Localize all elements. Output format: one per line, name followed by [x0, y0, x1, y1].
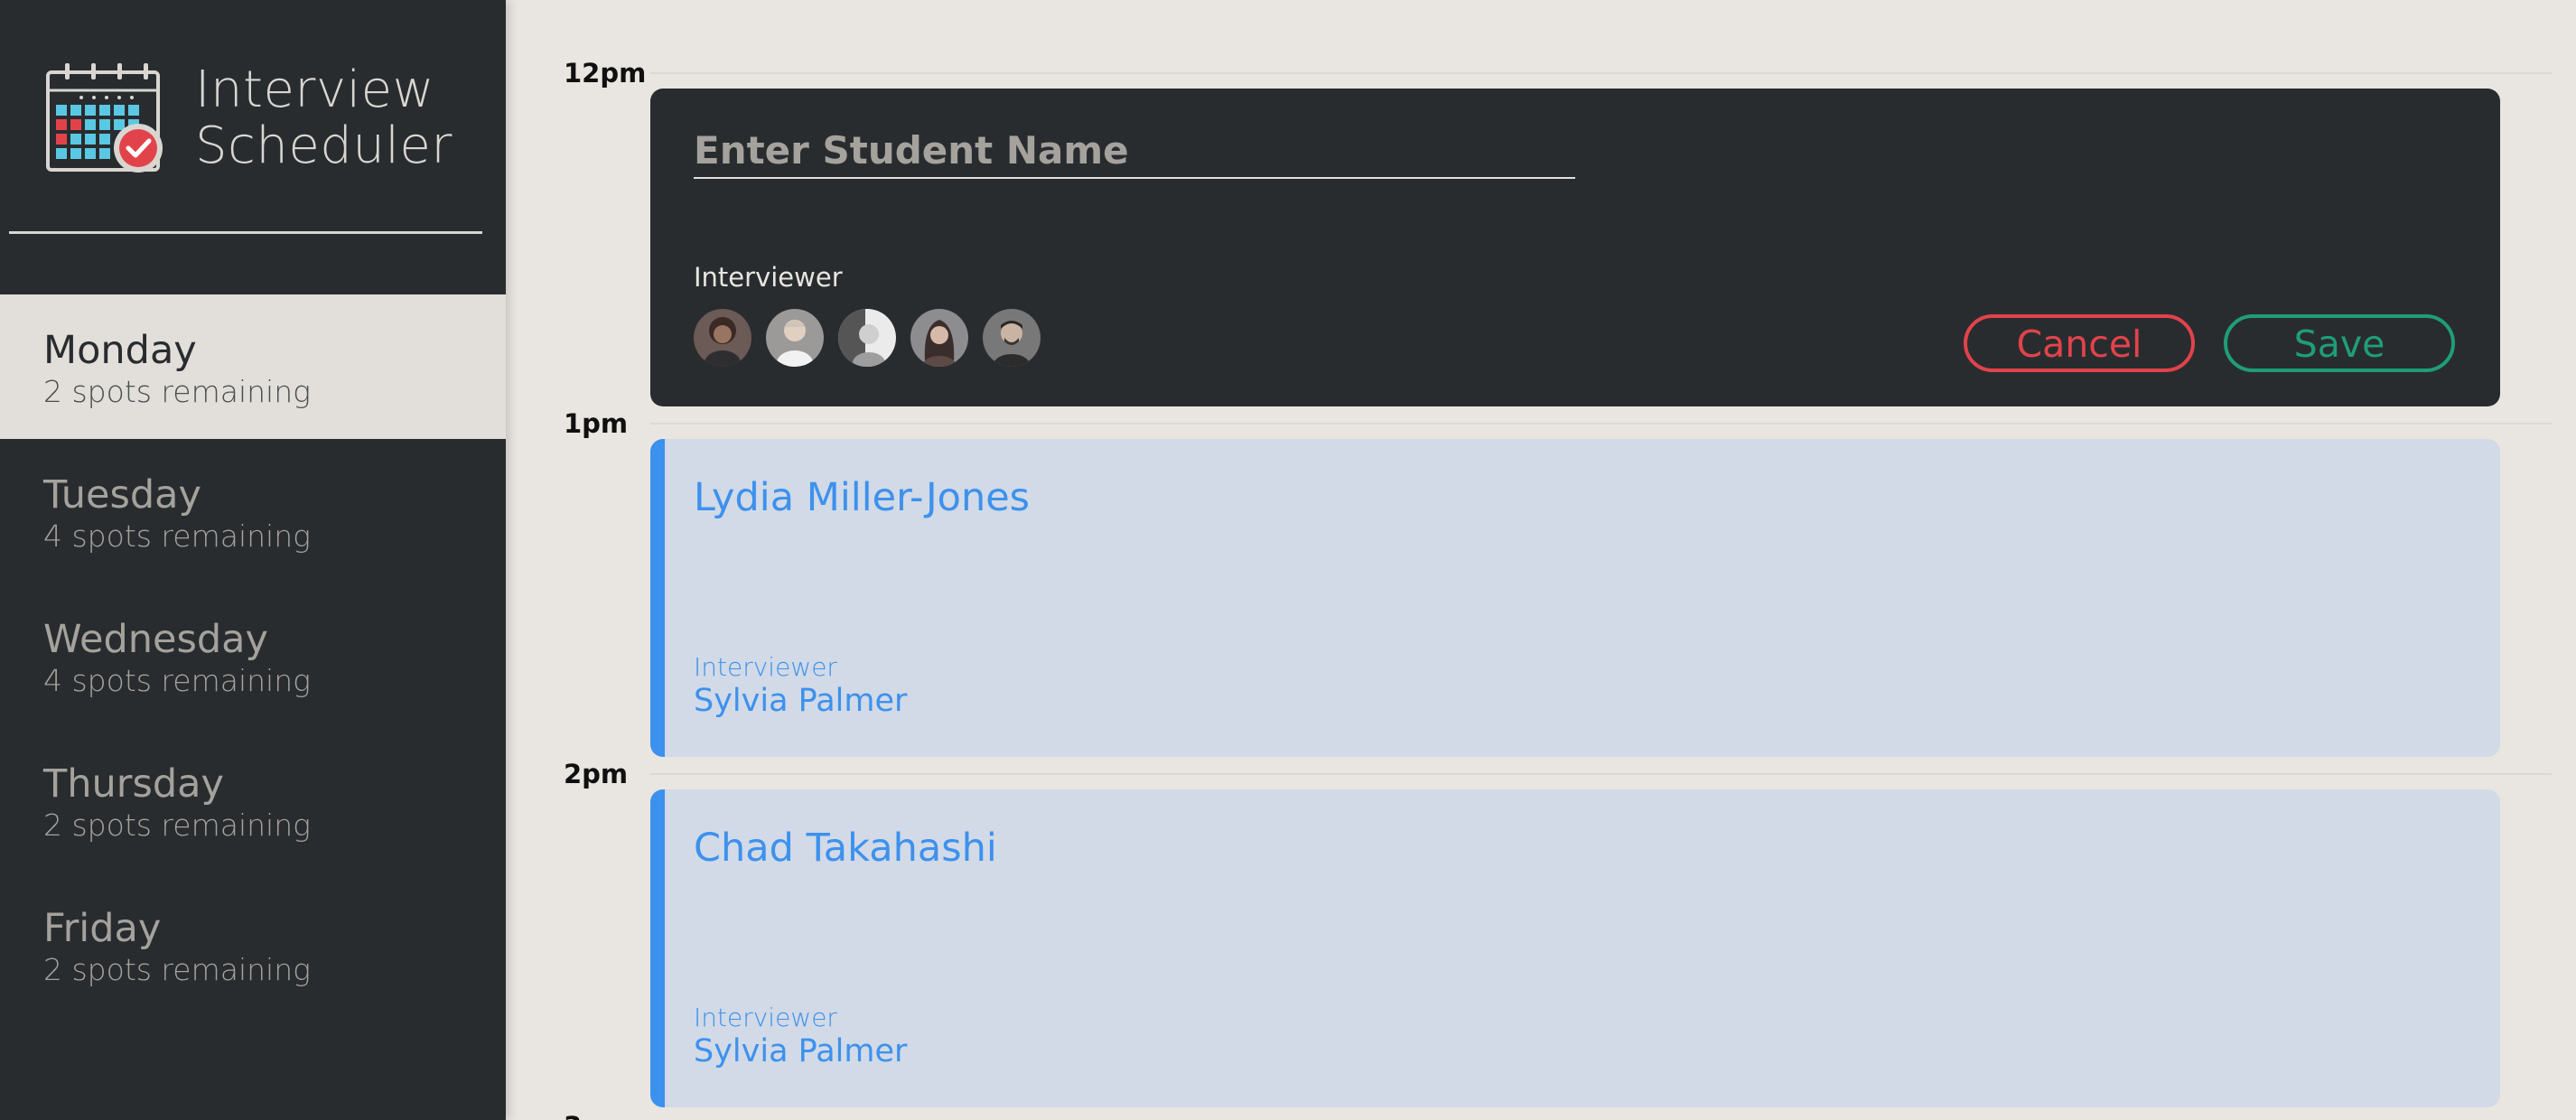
interviewer-label: Interviewer: [694, 262, 843, 293]
appointment-slot-1pm: 1pm Lydia Miller-Jones Interviewer Sylvi…: [506, 408, 2576, 775]
student-name-input[interactable]: [694, 123, 1575, 179]
save-button[interactable]: Save: [2224, 314, 2455, 372]
day-item-wednesday[interactable]: Wednesday 4 spots remaining: [0, 583, 506, 728]
day-spots: 2 spots remaining: [43, 374, 311, 409]
day-item-monday[interactable]: Monday 2 spots remaining: [0, 294, 506, 439]
app-logo: Interview Scheduler: [45, 61, 453, 175]
interviewer-avatar-3[interactable]: [838, 309, 896, 367]
appointment-slot-12pm: 12pm Interviewer: [506, 58, 2576, 425]
day-name: Tuesday: [43, 472, 201, 518]
day-item-tuesday[interactable]: Tuesday 4 spots remaining: [0, 439, 506, 583]
day-name: Thursday: [43, 761, 224, 807]
appointment-accent-bar: [650, 439, 665, 757]
day-spots: 2 spots remaining: [43, 952, 311, 987]
student-name: Lydia Miller-Jones: [694, 475, 1031, 520]
appointment-form: Interviewer: [650, 89, 2500, 406]
booked-appointment[interactable]: Lydia Miller-Jones Interviewer Sylvia Pa…: [650, 439, 2500, 757]
schedule: 12pm Interviewer: [506, 0, 2576, 1120]
slot-separator: [650, 773, 2552, 775]
time-label: 12pm: [564, 58, 647, 89]
day-spots: 4 spots remaining: [43, 663, 311, 698]
interviewer-avatar-4[interactable]: [910, 309, 968, 367]
interviewer-name: Sylvia Palmer: [694, 1033, 908, 1069]
app-title-line-2: Scheduler: [195, 117, 453, 175]
time-label: 1pm: [564, 408, 629, 439]
cancel-button[interactable]: Cancel: [1964, 314, 2195, 372]
day-list: Monday 2 spots remaining Tuesday 4 spots…: [0, 294, 506, 1017]
day-spots: 2 spots remaining: [43, 807, 311, 843]
interviewer-label: Interviewer: [694, 1003, 837, 1032]
interviewer-avatar-2[interactable]: [766, 309, 824, 367]
day-name: Friday: [43, 906, 162, 951]
calendar-check-icon: [46, 63, 163, 173]
appointment-slot-2pm: 2pm Chad Takahashi Interviewer Sylvia Pa…: [506, 759, 2576, 1120]
interviewer-label: Interviewer: [694, 652, 837, 682]
interviewer-list: [694, 309, 1041, 367]
day-item-thursday[interactable]: Thursday 2 spots remaining: [0, 728, 506, 873]
appointment-accent-bar: [650, 789, 665, 1107]
time-label: 2pm: [564, 759, 629, 789]
interviewer-name: Sylvia Palmer: [694, 683, 908, 719]
time-label: 3pm: [564, 1111, 628, 1120]
student-name: Chad Takahashi: [694, 826, 997, 871]
day-name: Wednesday: [43, 617, 268, 662]
sidebar-divider: [9, 231, 482, 234]
interviewer-avatar-5[interactable]: [983, 309, 1041, 367]
day-spots: 4 spots remaining: [43, 518, 311, 554]
app-title-line-1: Interview: [195, 61, 434, 119]
app-title: Interview Scheduler: [195, 62, 453, 174]
booked-appointment[interactable]: Chad Takahashi Interviewer Sylvia Palmer: [650, 789, 2500, 1107]
sidebar: Interview Scheduler Monday 2 spots remai…: [0, 0, 506, 1120]
day-name: Monday: [43, 328, 197, 373]
slot-separator: [650, 72, 2552, 74]
day-item-friday[interactable]: Friday 2 spots remaining: [0, 873, 506, 1017]
interviewer-avatar-1[interactable]: [694, 309, 751, 367]
slot-separator: [650, 423, 2552, 425]
